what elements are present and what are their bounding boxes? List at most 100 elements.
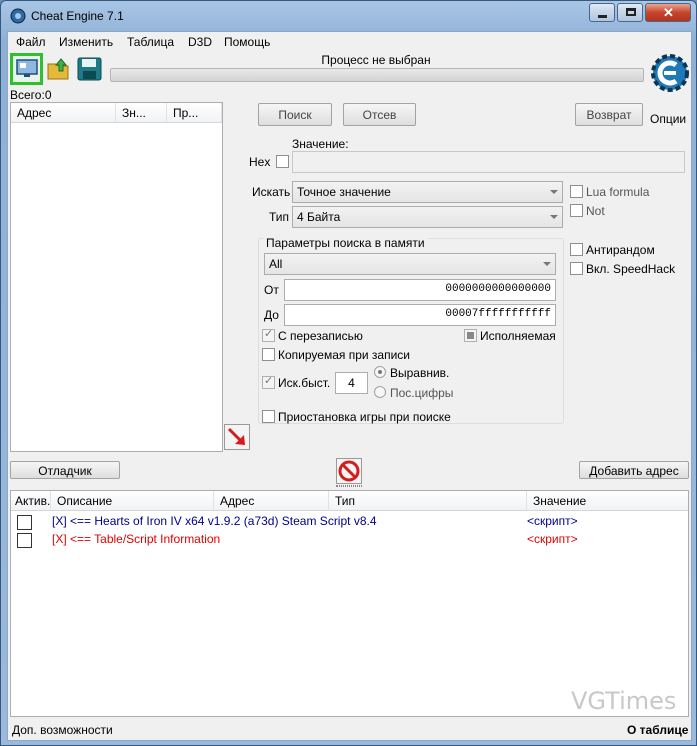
maximize-button[interactable] (617, 3, 643, 22)
copy-on-write-checkbox[interactable] (262, 348, 275, 361)
speedhack-checkbox[interactable] (570, 262, 583, 275)
menu-file[interactable]: Файл (16, 35, 46, 49)
unrandomizer-label: Антирандом (586, 243, 655, 257)
fast-scan-input[interactable]: 4 (335, 372, 368, 394)
open-file-button[interactable] (46, 56, 74, 82)
add-to-list-arrow-button[interactable] (224, 424, 250, 450)
col-active[interactable]: Актив. (11, 491, 51, 510)
speedhack-label: Вкл. SpeedHack (586, 262, 676, 276)
clear-list-button[interactable] (336, 458, 362, 484)
chevron-down-icon (550, 190, 558, 194)
window-title: Cheat Engine 7.1 (31, 9, 124, 23)
menu-edit[interactable]: Изменить (59, 35, 113, 49)
executable-label: Исполняемая (480, 329, 556, 343)
close-icon: ✕ (663, 5, 674, 20)
found-label: Всего: (10, 88, 45, 102)
minimize-icon (598, 15, 607, 18)
value-input[interactable] (292, 151, 685, 173)
progress-bar (110, 68, 644, 82)
from-label: От (264, 283, 279, 297)
splitter[interactable] (8, 484, 691, 489)
lua-formula-label: Lua formula (586, 185, 650, 199)
add-address-button[interactable]: Добавить адрес (579, 461, 689, 479)
row-value: <скрипт> (527, 532, 578, 546)
menu-help[interactable]: Помощь (224, 35, 270, 49)
col-value[interactable]: Значение (527, 491, 688, 510)
row-value: <скрипт> (527, 514, 578, 528)
results-col-value[interactable]: Зн... (116, 103, 167, 122)
close-button[interactable]: ✕ (645, 3, 691, 22)
last-digits-radio[interactable] (374, 386, 386, 398)
hex-checkbox[interactable] (276, 155, 289, 168)
memory-scan-options-title: Параметры поиска в памяти (263, 236, 428, 250)
advanced-options-label[interactable]: Доп. возможности (12, 723, 113, 737)
executable-checkbox[interactable] (464, 329, 477, 342)
splitter-grip-icon (336, 485, 362, 487)
alignment-radio[interactable] (374, 366, 386, 378)
value-type-label: Тип (269, 210, 290, 224)
to-label: До (264, 308, 279, 322)
radio-dot-icon (378, 370, 382, 374)
cheat-table-header: Актив. Описание Адрес Тип Значение (11, 491, 688, 511)
title-bar[interactable]: Cheat Engine 7.1 ✕ (1, 1, 697, 31)
settings-label[interactable]: Опции (650, 112, 686, 126)
undo-scan-button[interactable]: Возврат (575, 103, 643, 126)
results-col-address[interactable]: Адрес (11, 103, 116, 122)
next-scan-button[interactable]: Отсев (343, 103, 416, 126)
results-col-previous[interactable]: Пр... (167, 103, 222, 122)
writable-label: С перезаписью (278, 329, 363, 343)
chevron-down-icon (543, 262, 551, 266)
red-arrow-icon (227, 427, 245, 445)
watermark: VGTimes (571, 687, 677, 715)
maximize-icon (626, 8, 636, 16)
from-address-input[interactable]: 0000000000000000 (284, 279, 556, 301)
open-folder-icon (47, 58, 69, 80)
writable-checkbox[interactable]: ✓ (262, 328, 275, 342)
menu-table[interactable]: Таблица (127, 35, 174, 49)
memory-view-button[interactable]: Отладчик (10, 461, 120, 479)
main-client-area: Файл Изменить Таблица D3D Помощь Процесс… (7, 31, 692, 741)
not-label: Not (586, 204, 605, 218)
process-label: Процесс не выбран (321, 53, 431, 67)
results-list[interactable]: Адрес Зн... Пр... (10, 102, 223, 452)
alignment-label: Выравнив. (390, 366, 450, 380)
lua-formula-checkbox[interactable] (570, 185, 583, 198)
found-value: 0 (44, 88, 52, 102)
chevron-down-icon (550, 215, 558, 219)
last-digits-label: Пос.цифры (390, 386, 454, 400)
cheat-engine-logo[interactable] (648, 53, 692, 111)
row-description: [X] <== Hearts of Iron IV x64 v1.9.2 (a7… (52, 514, 377, 528)
col-address[interactable]: Адрес (214, 491, 329, 510)
not-checkbox[interactable] (570, 204, 583, 217)
table-row[interactable]: [X] <== Hearts of Iron IV x64 v1.9.2 (a7… (11, 513, 688, 531)
row-description: [X] <== Table/Script Information (52, 532, 221, 546)
row-active-checkbox[interactable] (17, 533, 32, 548)
to-address-input[interactable]: 00007fffffffffff (284, 304, 556, 326)
select-process-button[interactable] (10, 53, 43, 85)
col-description[interactable]: Описание (51, 491, 214, 510)
minimize-button[interactable] (589, 3, 615, 22)
no-entry-icon (338, 460, 360, 482)
menu-d3d[interactable]: D3D (188, 35, 212, 49)
row-active-checkbox[interactable] (17, 515, 32, 530)
scan-type-value: Точное значение (297, 185, 391, 199)
value-label: Значение: (292, 137, 349, 151)
copy-on-write-label: Копируемая при записи (278, 348, 410, 362)
cheat-table[interactable]: Актив. Описание Адрес Тип Значение [X] <… (10, 490, 689, 717)
save-file-button[interactable] (76, 56, 104, 82)
fast-scan-checkbox[interactable]: ✓ (262, 375, 275, 389)
table-row[interactable]: [X] <== Table/Script Information <скрипт… (11, 531, 688, 549)
checkmark-icon: ✓ (264, 328, 274, 340)
unrandomizer-checkbox[interactable] (570, 243, 583, 256)
scan-type-dropdown[interactable]: Точное значение (292, 181, 563, 203)
floppy-disk-icon (77, 57, 102, 81)
first-scan-button[interactable]: Поиск (258, 103, 332, 126)
cheat-engine-app-icon (10, 8, 26, 24)
memory-region-dropdown[interactable]: All (264, 253, 556, 275)
pause-game-checkbox[interactable] (262, 410, 275, 423)
value-type-dropdown[interactable]: 4 Байта (292, 206, 563, 228)
table-extras-label[interactable]: О таблице (627, 723, 688, 737)
col-type[interactable]: Тип (329, 491, 527, 510)
checkmark-icon: ✓ (264, 375, 274, 387)
computer-monitor-icon (16, 59, 38, 77)
